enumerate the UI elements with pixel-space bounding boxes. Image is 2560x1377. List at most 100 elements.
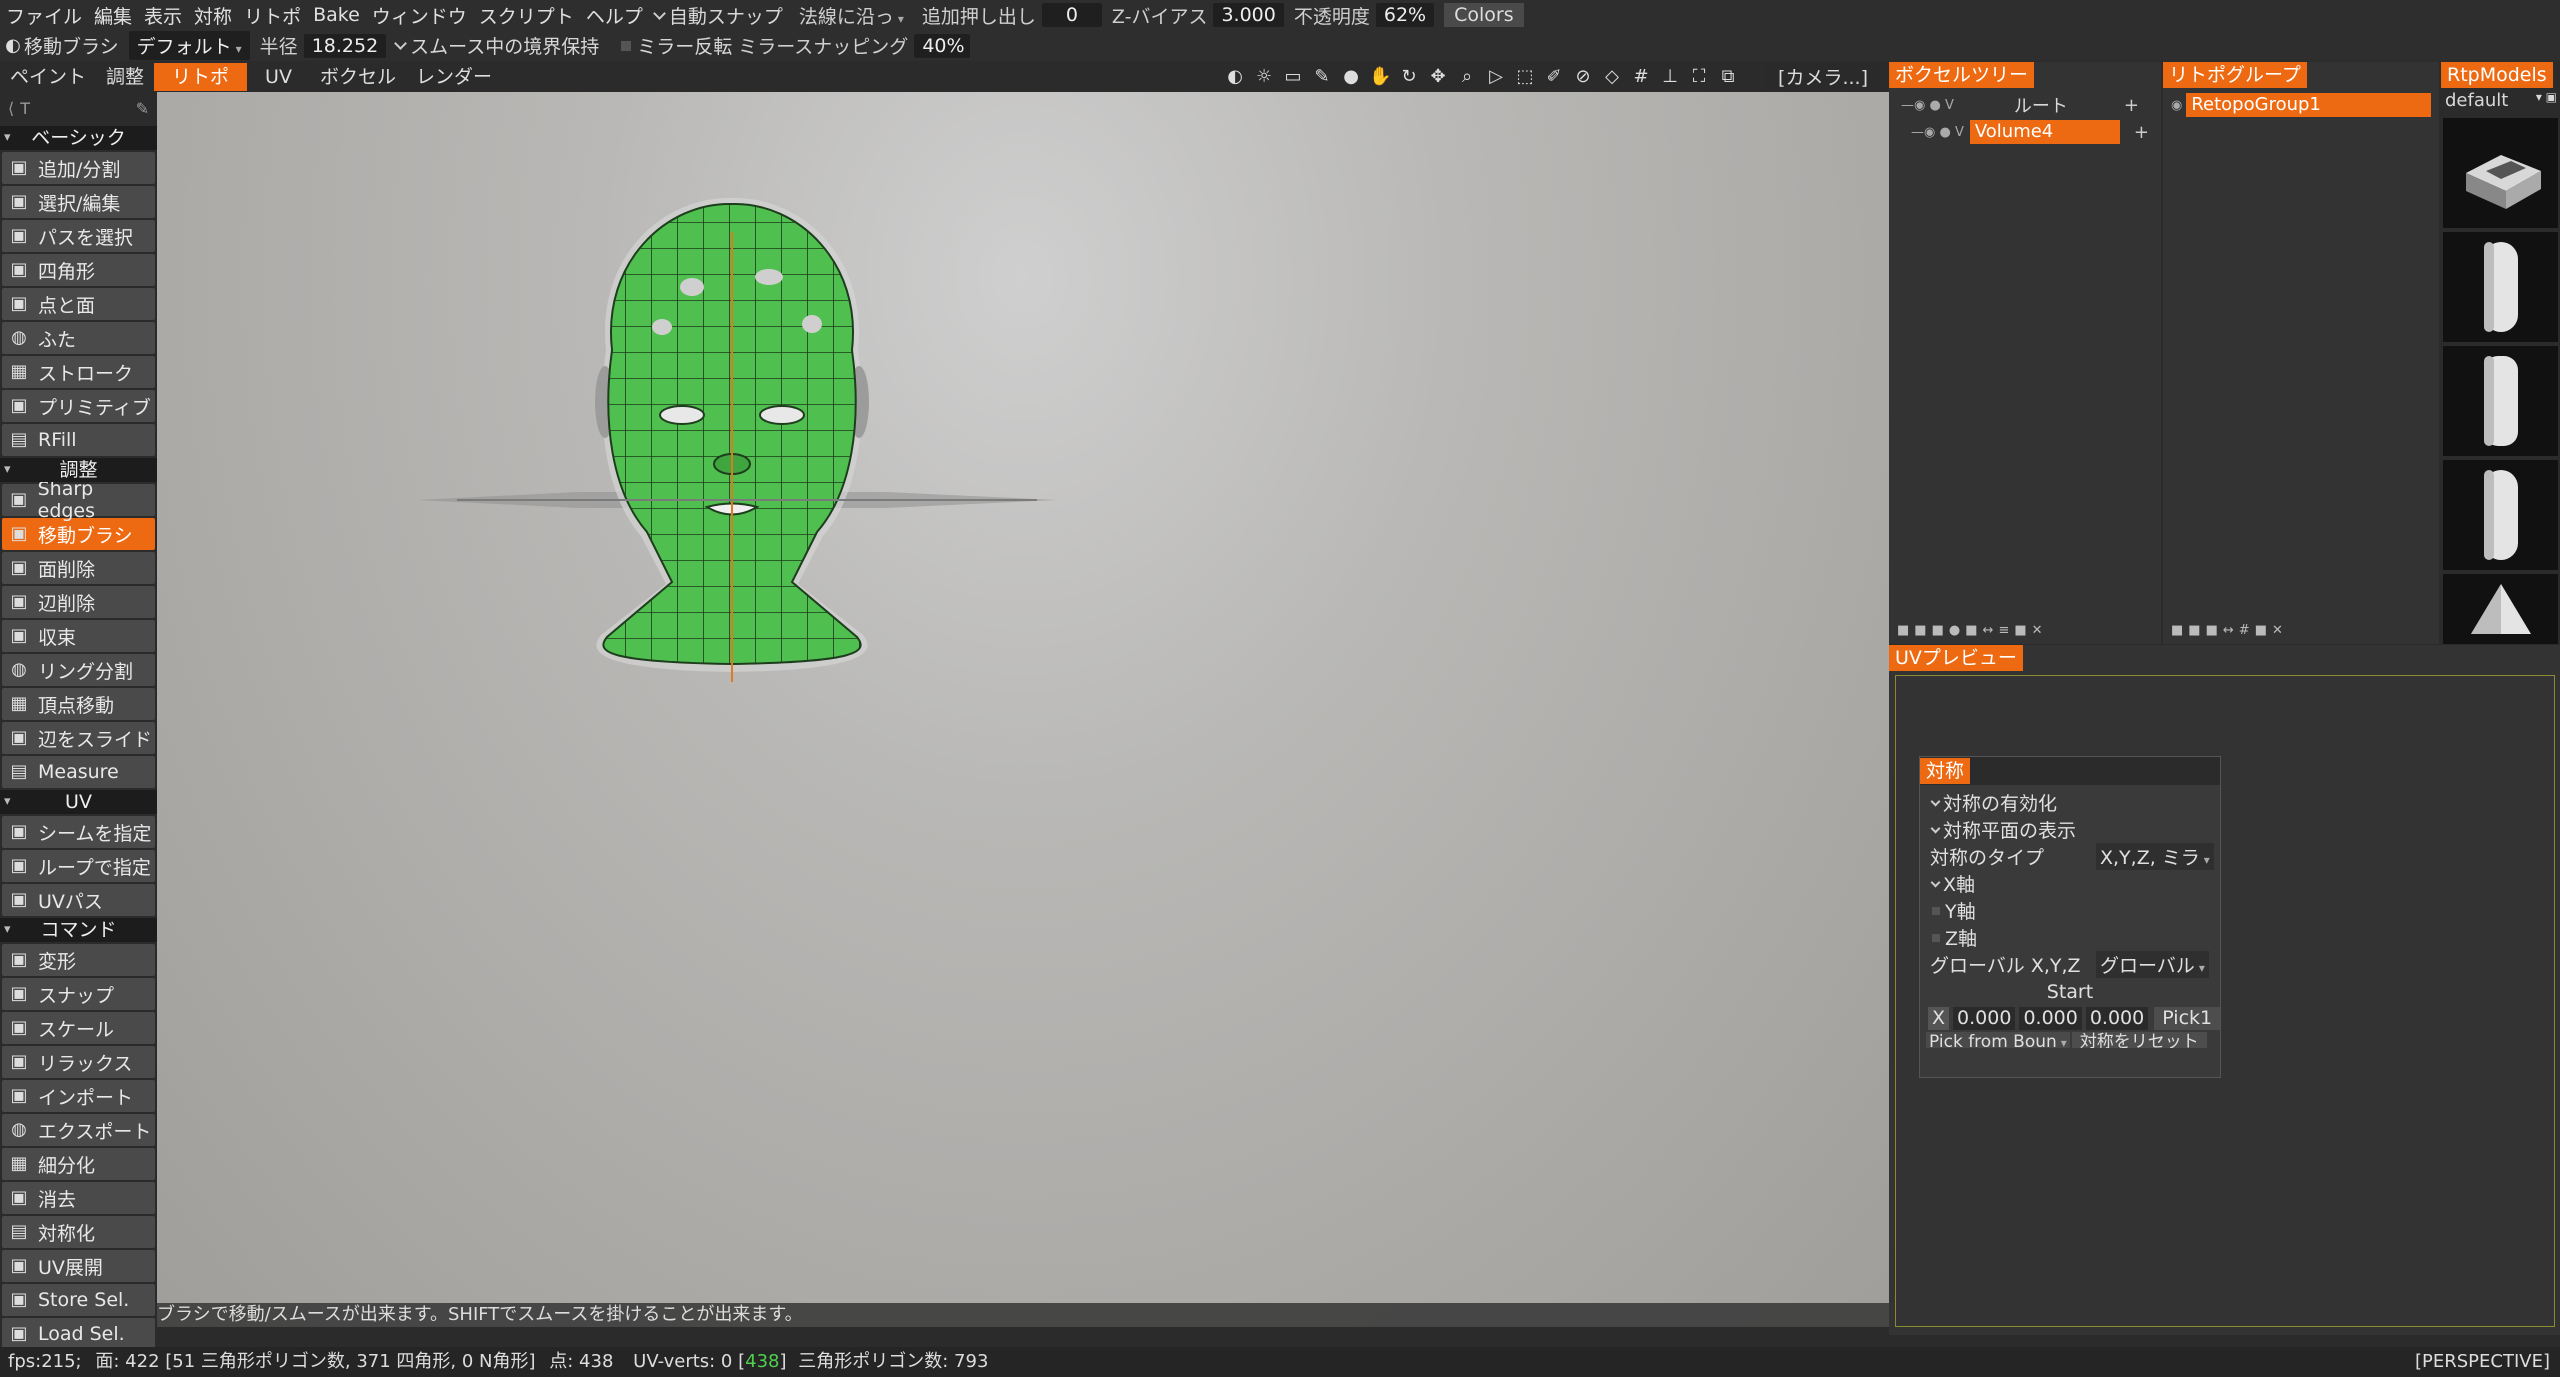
uv-preview-title[interactable]: UVプレビュー	[1889, 645, 2023, 671]
tool-button[interactable]: ▦ 頂点移動	[2, 688, 155, 720]
x-coord-field[interactable]: 0.000	[1953, 1007, 2016, 1030]
pick-from-bounds-dropdown[interactable]: Pick from Boun	[1926, 1032, 2070, 1048]
tool-button[interactable]: ▣ Store Sel.	[2, 1284, 155, 1316]
tab-paint[interactable]: ペイント	[0, 63, 96, 91]
pen-icon[interactable]: ✐	[1543, 66, 1565, 88]
section-header[interactable]: UV	[0, 790, 157, 814]
tab-voxel[interactable]: ボクセル	[310, 63, 406, 91]
head-model[interactable]	[157, 92, 1889, 1327]
tool-button[interactable]: ◍ リング分割	[2, 654, 155, 686]
grid-icon[interactable]: #	[2239, 623, 2250, 638]
symmetry-enable-row[interactable]: 対称の有効化	[1920, 789, 2220, 816]
thumb-capsule-1[interactable]	[2443, 232, 2558, 342]
thumb-capsule-3[interactable]	[2443, 460, 2558, 570]
tool-button[interactable]: ▣ Load Sel.	[2, 1318, 155, 1350]
sphere-icon[interactable]: ●	[1949, 623, 1960, 638]
preset-dropdown[interactable]: デフォルト	[128, 31, 250, 60]
tree-row-root[interactable]: —◉ ● V ルート +	[1901, 92, 2151, 118]
z-axis-checkbox[interactable]	[1932, 933, 1940, 942]
along-normal-dropdown[interactable]: 法線に沿っ	[793, 2, 906, 29]
eye-icon[interactable]: —◉ ● V	[1911, 125, 1964, 140]
pin-icon[interactable]: ✎	[136, 99, 149, 118]
mirror-snap-field[interactable]: 40%	[914, 33, 971, 58]
delete-icon[interactable]: ■	[1914, 623, 1926, 638]
tree-row-volume[interactable]: —◉ ● V Volume4 +	[1911, 119, 2151, 145]
section-header[interactable]: コマンド	[0, 918, 157, 942]
frame-icon[interactable]: ⛶	[1688, 66, 1710, 88]
y-coord-field[interactable]: 0.000	[2019, 1007, 2082, 1030]
light-icon[interactable]: ☼	[1253, 66, 1275, 88]
symmetry-show-plane-checkbox[interactable]	[1930, 823, 1941, 833]
retopo-groups-title[interactable]: リトポグループ	[2163, 62, 2307, 88]
tool-button[interactable]: ▣ 面削除	[2, 552, 155, 584]
z-axis-row[interactable]: Z軸	[1920, 924, 2220, 951]
move-icon[interactable]: ↔	[1983, 623, 1994, 638]
smooth-boundary-checkbox[interactable]	[394, 37, 408, 50]
add-icon[interactable]: +	[2124, 95, 2139, 116]
thumb-cone[interactable]	[2443, 574, 2558, 644]
camera-dropdown[interactable]: [カメラ...]	[1766, 63, 1880, 90]
menu-script[interactable]: スクリプト	[473, 2, 580, 29]
tool-button[interactable]: ▣ 辺をスライド	[2, 722, 155, 754]
retopo-group-label[interactable]: RetopoGroup1	[2186, 93, 2432, 117]
thumb-l-shape[interactable]	[2443, 118, 2558, 228]
close-icon[interactable]: ✕	[2272, 623, 2283, 638]
rotate-icon[interactable]: ↻	[1398, 66, 1420, 88]
tool-button[interactable]: ▣ 変形	[2, 944, 155, 976]
brush-icon[interactable]: ✎	[1311, 66, 1333, 88]
menu-window[interactable]: ウィンドウ	[366, 2, 473, 29]
y-axis-row[interactable]: Y軸	[1920, 897, 2220, 924]
tool-button[interactable]: ▣ パスを選択	[2, 220, 155, 252]
eye-icon[interactable]: ◉	[2171, 98, 2182, 113]
close-icon[interactable]: ✕	[2032, 623, 2043, 638]
pick-button[interactable]: Pick1	[2154, 1007, 2221, 1030]
rtp-preset-dropdown[interactable]: default ▾ ▣	[2445, 90, 2557, 111]
tab-sculpt[interactable]: 調整	[96, 63, 154, 91]
tool-button[interactable]: ▣ インポート	[2, 1080, 155, 1112]
shading-icon[interactable]: ◐	[1224, 66, 1246, 88]
voxel-tree-title[interactable]: ボクセルツリー	[1889, 62, 2035, 88]
drop-icon[interactable]: ●	[1340, 66, 1362, 88]
merge-icon[interactable]: ■	[1965, 623, 1977, 638]
tab-render[interactable]: レンダー	[406, 63, 502, 91]
x-axis-checkbox[interactable]	[1930, 877, 1941, 887]
tool-button[interactable]: ▤ 対称化	[2, 1216, 155, 1248]
tool-button[interactable]: ▤ RFill	[2, 424, 155, 456]
copy-icon[interactable]: ■	[1932, 623, 1944, 638]
add-icon[interactable]: +	[2134, 122, 2149, 143]
tool-button[interactable]: ▦ 細分化	[2, 1148, 155, 1180]
save-icon[interactable]: ■	[2255, 623, 2267, 638]
z-coord-field[interactable]: 0.000	[2085, 1007, 2149, 1030]
opacity-field[interactable]: 62%	[1375, 3, 1435, 27]
tool-button[interactable]: ▣ 移動ブラシ	[2, 518, 155, 550]
3d-viewport[interactable]: ブラシで移動/スムースが出来ます。SHIFTでスムースを掛けることが出来ます。	[157, 92, 1889, 1327]
tool-button[interactable]: ▦ ストローク	[2, 356, 155, 388]
rtp-models-title[interactable]: RtpModels	[2441, 62, 2553, 88]
menu-symmetry[interactable]: 対称	[188, 2, 238, 29]
radius-field[interactable]: 18.252	[303, 33, 387, 58]
zoom-icon[interactable]: ⌕	[1456, 66, 1478, 88]
menu-edit[interactable]: 編集	[88, 2, 138, 29]
tool-button[interactable]: ▣ シームを指定	[2, 816, 155, 848]
menu-file[interactable]: ファイル	[0, 2, 88, 29]
section-header[interactable]: ベーシック	[0, 126, 157, 150]
thumb-capsule-2[interactable]	[2443, 346, 2558, 456]
tool-button[interactable]: ▤ Measure	[2, 756, 155, 788]
projection-mode[interactable]: [PERSPECTIVE]	[2415, 1347, 2550, 1377]
grid-icon[interactable]: #	[1630, 66, 1652, 88]
menu-retopo[interactable]: リトポ	[238, 2, 307, 29]
camera-icon[interactable]: ⧉	[1717, 66, 1739, 88]
pan-icon[interactable]: ✥	[1427, 66, 1449, 88]
copy-icon[interactable]: ■	[2206, 623, 2218, 638]
eye-icon[interactable]: —◉ ● V	[1901, 98, 1954, 113]
tool-button[interactable]: ▣ Sharp edges	[2, 478, 155, 522]
cube-icon[interactable]: ◇	[1601, 66, 1623, 88]
tool-button[interactable]: ▣ 追加/分割	[2, 152, 155, 184]
mirror-flip-checkbox[interactable]	[621, 40, 632, 51]
retopo-group-row[interactable]: ◉ RetopoGroup1	[2171, 92, 2433, 118]
tool-button[interactable]: ▣ スナップ	[2, 978, 155, 1010]
menu-bake[interactable]: Bake	[307, 4, 366, 26]
zbias-field[interactable]: 3.000	[1213, 3, 1284, 27]
menu-view[interactable]: 表示	[138, 2, 188, 29]
tool-button[interactable]: ▣ 選択/編集	[2, 186, 155, 218]
